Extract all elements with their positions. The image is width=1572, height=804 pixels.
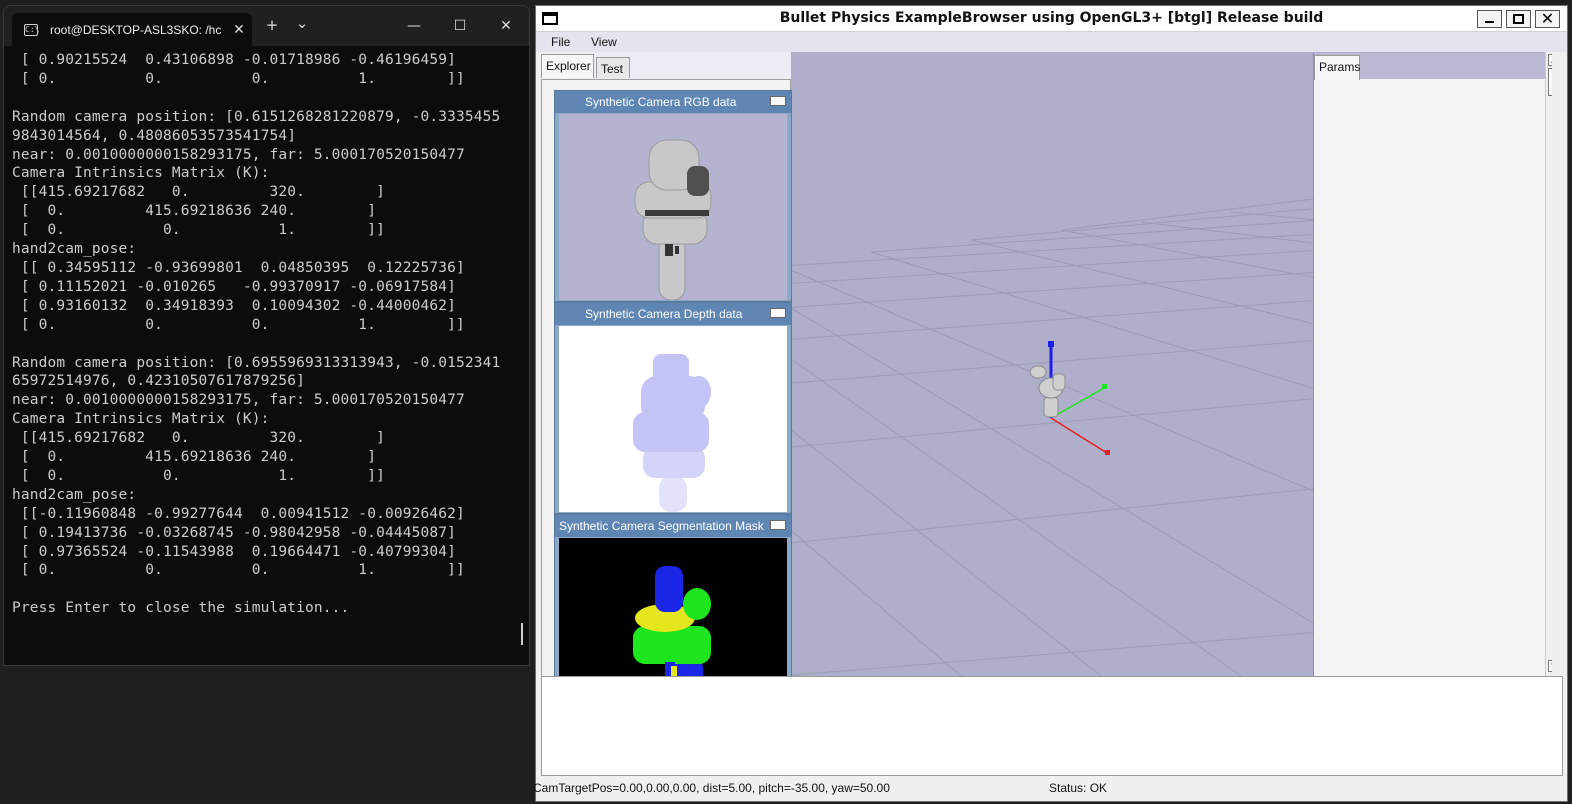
bullet-close-button[interactable]: ✕ [1535,10,1560,28]
terminal-line: [ 0.90215524 0.43106898 -0.01718986 -0.4… [12,52,456,68]
terminal-line: [[-0.11960848 -0.99277644 0.00941512 -0.… [12,505,465,522]
terminal-line: Camera Intrinsics Matrix (K): [12,165,270,182]
statusbar: CamTargetPos=0.00,0.00,0.00, dist=5.00, … [533,778,1562,798]
bullet-titlebar: Bullet Physics ExampleBrowser using Open… [536,6,1567,32]
terminal-line: [ 0. 0. 1. ]] [12,467,385,484]
terminal-line: [ 0. 0. 0. 1. ]] [12,562,465,579]
3d-viewport[interactable]: Params ▲ ▼ Explorer Test Synthetic Camer… [541,52,1552,676]
menu-view[interactable]: View [591,35,617,49]
new-tab-button[interactable]: + [262,16,282,34]
segmentation-camera-image [559,538,787,676]
terminal-line: [ 0. 0. 1. ]] [12,222,385,239]
terminal-line: hand2cam_pose: [12,486,137,503]
depth-panel-title: Synthetic Camera Depth data [555,303,791,325]
terminal-maximize-button[interactable]: ☐ [437,12,483,40]
terminal-line: [ 0.11152021 -0.010265 -0.99370917 -0.06… [12,278,456,295]
close-tab-icon[interactable]: ✕ [226,21,252,38]
rgb-camera-panel[interactable]: Synthetic Camera RGB data [554,90,792,302]
terminal-line: [ 0. 0. 0. 1. ]] [12,316,465,333]
terminal-line: near: 0.0010000000158293175, far: 5.0001… [12,392,465,409]
terminal-line: Camera Intrinsics Matrix (K): [12,411,270,428]
segmentation-panel-title: Synthetic Camera Segmentation Mask [555,515,791,537]
terminal-line: Press Enter to close the simulation... [12,600,350,617]
scroll-down-icon[interactable]: ▼ [1548,660,1552,672]
terminal-tab-title: root@DESKTOP-ASL3SKO: /hc [50,22,222,37]
terminal-cursor [521,623,523,645]
terminal-line: [ 0. 0. 0. 1. ]] [12,70,465,87]
bullet-maximize-button[interactable] [1506,10,1531,28]
tab-test[interactable]: Test [596,57,630,78]
scroll-thumb[interactable] [1548,68,1552,96]
tab-dropdown-icon[interactable]: ⌄ [292,14,312,32]
menubar: File View [536,32,1567,52]
params-scrollbar[interactable]: ▲ ▼ [1545,52,1552,676]
terminal-window[interactable]: C:\ root@DESKTOP-ASL3SKO: /hc ✕ + ⌄ — ☐ … [3,5,530,666]
terminal-line: Random camera position: [0.6955969313313… [12,354,501,371]
rgb-panel-minimize-button[interactable] [770,96,786,106]
rgb-camera-image [559,114,787,300]
segmentation-camera-panel[interactable]: Synthetic Camera Segmentation Mask [554,514,792,676]
terminal-line: [ 0.93160132 0.34918393 0.10094302 -0.44… [12,297,456,314]
terminal-output[interactable]: [ 0.90215524 0.43106898 -0.01718986 -0.4… [12,51,523,665]
terminal-line: Random camera position: [0.6151268281220… [12,108,501,125]
terminal-titlebar: C:\ root@DESKTOP-ASL3SKO: /hc ✕ + ⌄ — ☐ … [4,6,529,46]
params-pane[interactable]: Params [1313,53,1552,676]
terminal-close-button[interactable]: ✕ [483,12,529,40]
bullet-window[interactable]: Bullet Physics ExampleBrowser using Open… [533,5,1568,802]
tab-params[interactable]: Params [1314,55,1360,80]
terminal-line: 9843014564, 0.48086053573541754] [12,127,297,144]
terminal-line: [ 0.97365524 -0.11543988 0.19664471 -0.4… [12,543,456,560]
terminal-line: hand2cam_pose: [12,241,137,258]
terminal-minimize-button[interactable]: — [391,12,437,40]
terminal-line: [[415.69217682 0. 320. ] [12,430,385,447]
terminal-line: [ 0. 415.69218636 240. ] [12,449,377,466]
terminal-icon: C:\ [24,23,40,36]
status-ok-text: Status: OK [1049,781,1108,795]
scroll-up-icon[interactable]: ▲ [1548,54,1552,66]
terminal-line: [ 0. 415.69218636 240. ] [12,203,377,220]
tab-explorer[interactable]: Explorer [541,54,594,78]
depth-camera-panel[interactable]: Synthetic Camera Depth data [554,302,792,514]
depth-panel-minimize-button[interactable] [770,308,786,318]
camera-status-text: CamTargetPos=0.00,0.00,0.00, dist=5.00, … [533,781,890,795]
terminal-line: [[415.69217682 0. 320. ] [12,184,385,201]
console-output[interactable] [541,676,1563,776]
terminal-tab[interactable]: C:\ root@DESKTOP-ASL3SKO: /hc ✕ [12,13,252,46]
depth-camera-image [559,326,787,512]
menu-file[interactable]: File [551,35,570,49]
bullet-title: Bullet Physics ExampleBrowser using Open… [779,10,1324,26]
terminal-line: 65972514976, 0.42310507617879256] [12,373,306,390]
rgb-panel-title: Synthetic Camera RGB data [555,91,791,113]
bullet-minimize-button[interactable] [1477,10,1502,28]
terminal-line: [[ 0.34595112 -0.93699801 0.04850395 0.1… [12,259,465,276]
terminal-line: [ 0.19413736 -0.03268745 -0.98042958 -0.… [12,524,456,541]
terminal-line: near: 0.0010000000158293175, far: 5.0001… [12,146,465,163]
segmentation-panel-minimize-button[interactable] [770,520,786,530]
